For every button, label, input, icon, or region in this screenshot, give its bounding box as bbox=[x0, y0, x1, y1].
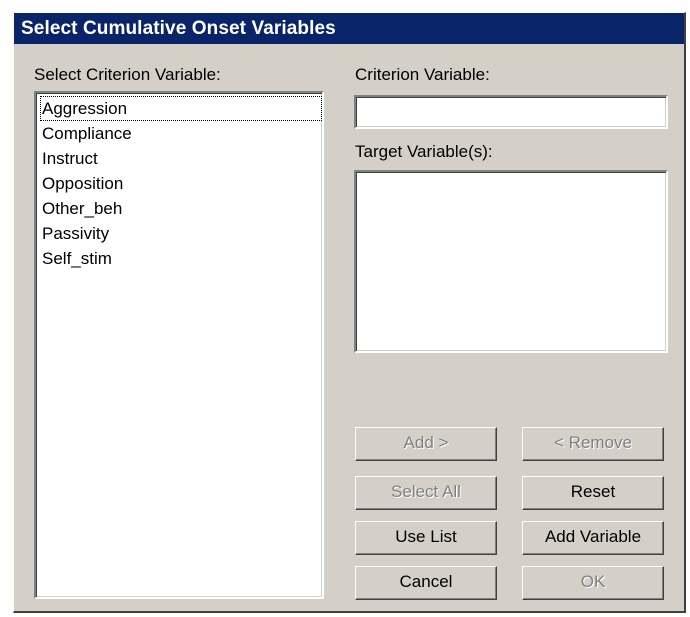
select-all-button[interactable]: Select All bbox=[355, 476, 497, 510]
list-item[interactable]: Instruct bbox=[40, 146, 318, 171]
list-item[interactable]: Aggression bbox=[40, 96, 322, 121]
target-variables-listbox[interactable] bbox=[354, 170, 668, 353]
select-cumulative-onset-dialog: Select Cumulative Onset Variables Select… bbox=[13, 12, 686, 613]
criterion-variable-label: Criterion Variable: bbox=[355, 65, 490, 84]
criterion-variable-listbox[interactable]: Aggression Compliance Instruct Oppositio… bbox=[34, 91, 324, 599]
target-variables-label: Target Variable(s): bbox=[355, 142, 493, 161]
add-button[interactable]: Add > bbox=[355, 427, 497, 461]
list-item[interactable]: Self_stim bbox=[40, 246, 318, 271]
dialog-title-bar: Select Cumulative Onset Variables bbox=[14, 13, 684, 44]
list-item[interactable]: Passivity bbox=[40, 221, 318, 246]
criterion-list-label: Select Criterion Variable: bbox=[34, 65, 221, 84]
cancel-button[interactable]: Cancel bbox=[355, 566, 497, 600]
list-item[interactable]: Opposition bbox=[40, 171, 318, 196]
remove-button[interactable]: < Remove bbox=[522, 427, 664, 461]
use-list-button[interactable]: Use List bbox=[355, 521, 497, 555]
list-item[interactable]: Other_beh bbox=[40, 196, 318, 221]
add-variable-button[interactable]: Add Variable bbox=[522, 521, 664, 555]
reset-button[interactable]: Reset bbox=[522, 476, 664, 510]
list-item[interactable]: Compliance bbox=[40, 121, 318, 146]
ok-button[interactable]: OK bbox=[522, 566, 664, 600]
criterion-variable-field[interactable] bbox=[354, 95, 668, 129]
